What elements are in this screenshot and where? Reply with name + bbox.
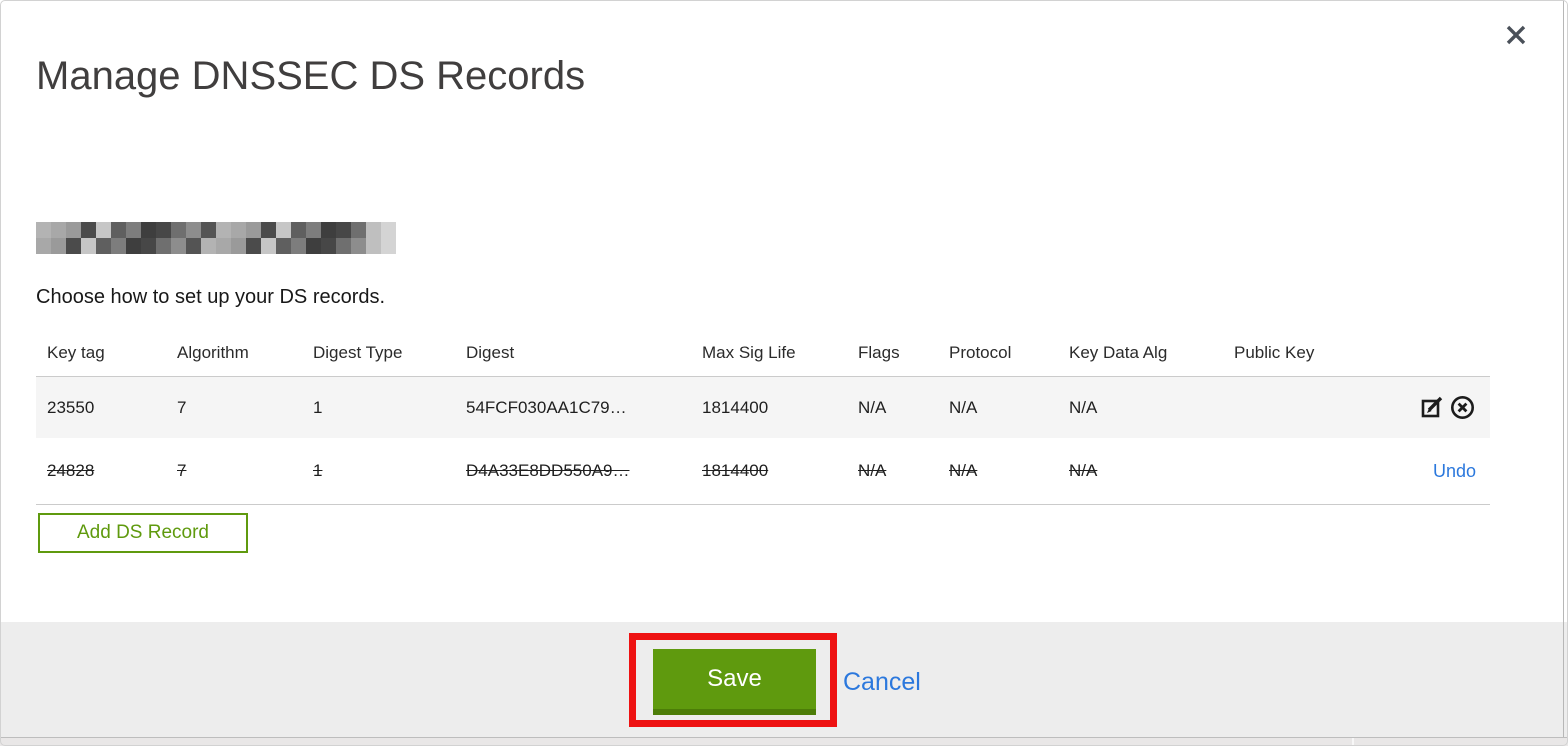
cancel-link[interactable]: Cancel [843, 668, 921, 697]
column-header-key-data-alg: Key Data Alg [1069, 343, 1168, 362]
column-header-flags: Flags [858, 343, 900, 362]
cell-digest-type: 1 [313, 461, 323, 480]
edit-record-icon [1421, 396, 1443, 418]
cell-flags: N/A [858, 397, 887, 417]
cell-protocol: N/A [949, 397, 978, 417]
save-button[interactable]: Save [653, 649, 816, 715]
table-row: 23550 7 1 54FCF030AA1C79… 1814400 N/A N/… [36, 376, 1490, 438]
column-header-digest-type: Digest Type [313, 343, 403, 362]
table-header-row: Key tag Algorithm Digest Type Digest Max… [36, 330, 1490, 376]
edit-record-button[interactable] [1419, 394, 1446, 421]
table-row: 24828 7 1 D4A33E8DD550A9… 1814400 N/A N/… [36, 438, 1490, 505]
delete-record-button[interactable] [1449, 394, 1476, 421]
row-actions: Undo [1410, 461, 1490, 482]
ds-records-table: Key tag Algorithm Digest Type Digest Max… [36, 330, 1490, 505]
add-ds-record-button[interactable]: Add DS Record [38, 513, 248, 553]
cell-flags: N/A [858, 461, 887, 480]
page-title: Manage DNSSEC DS Records [36, 53, 586, 98]
column-header-digest: Digest [466, 343, 515, 362]
close-icon [1506, 25, 1526, 45]
cell-algorithm: 7 [177, 461, 187, 480]
undo-link[interactable]: Undo [1433, 461, 1476, 482]
close-button[interactable] [1501, 21, 1531, 51]
annotation-highlight-box: Save [629, 633, 837, 727]
cell-max-sig-life: 1814400 [702, 461, 769, 480]
cell-protocol: N/A [949, 461, 978, 480]
modal-right-border [1563, 0, 1564, 737]
cell-key-tag: 23550 [47, 397, 95, 417]
column-header-protocol: Protocol [949, 343, 1012, 362]
page-bottom-strip [0, 737, 1568, 746]
cell-key-tag: 24828 [47, 461, 95, 480]
cell-digest: D4A33E8DD550A9… [466, 461, 630, 480]
instruction-text: Choose how to set up your DS records. [36, 286, 386, 308]
column-header-key-tag: Key tag [47, 343, 105, 362]
cell-key-data-alg: N/A [1069, 461, 1098, 480]
cell-digest: 54FCF030AA1C79… [466, 397, 627, 417]
modal-footer: Save Cancel [0, 622, 1568, 737]
redacted-domain-name [36, 222, 396, 254]
page-bottom-divider [1352, 738, 1354, 746]
row-actions [1410, 394, 1490, 421]
cell-max-sig-life: 1814400 [702, 397, 769, 417]
column-header-max-sig-life: Max Sig Life [702, 343, 796, 362]
column-header-algorithm: Algorithm [177, 343, 249, 362]
cell-digest-type: 1 [313, 397, 323, 417]
cell-algorithm: 7 [177, 397, 187, 417]
delete-record-icon [1451, 396, 1474, 419]
column-header-public-key: Public Key [1234, 343, 1315, 362]
cell-key-data-alg: N/A [1069, 397, 1098, 417]
